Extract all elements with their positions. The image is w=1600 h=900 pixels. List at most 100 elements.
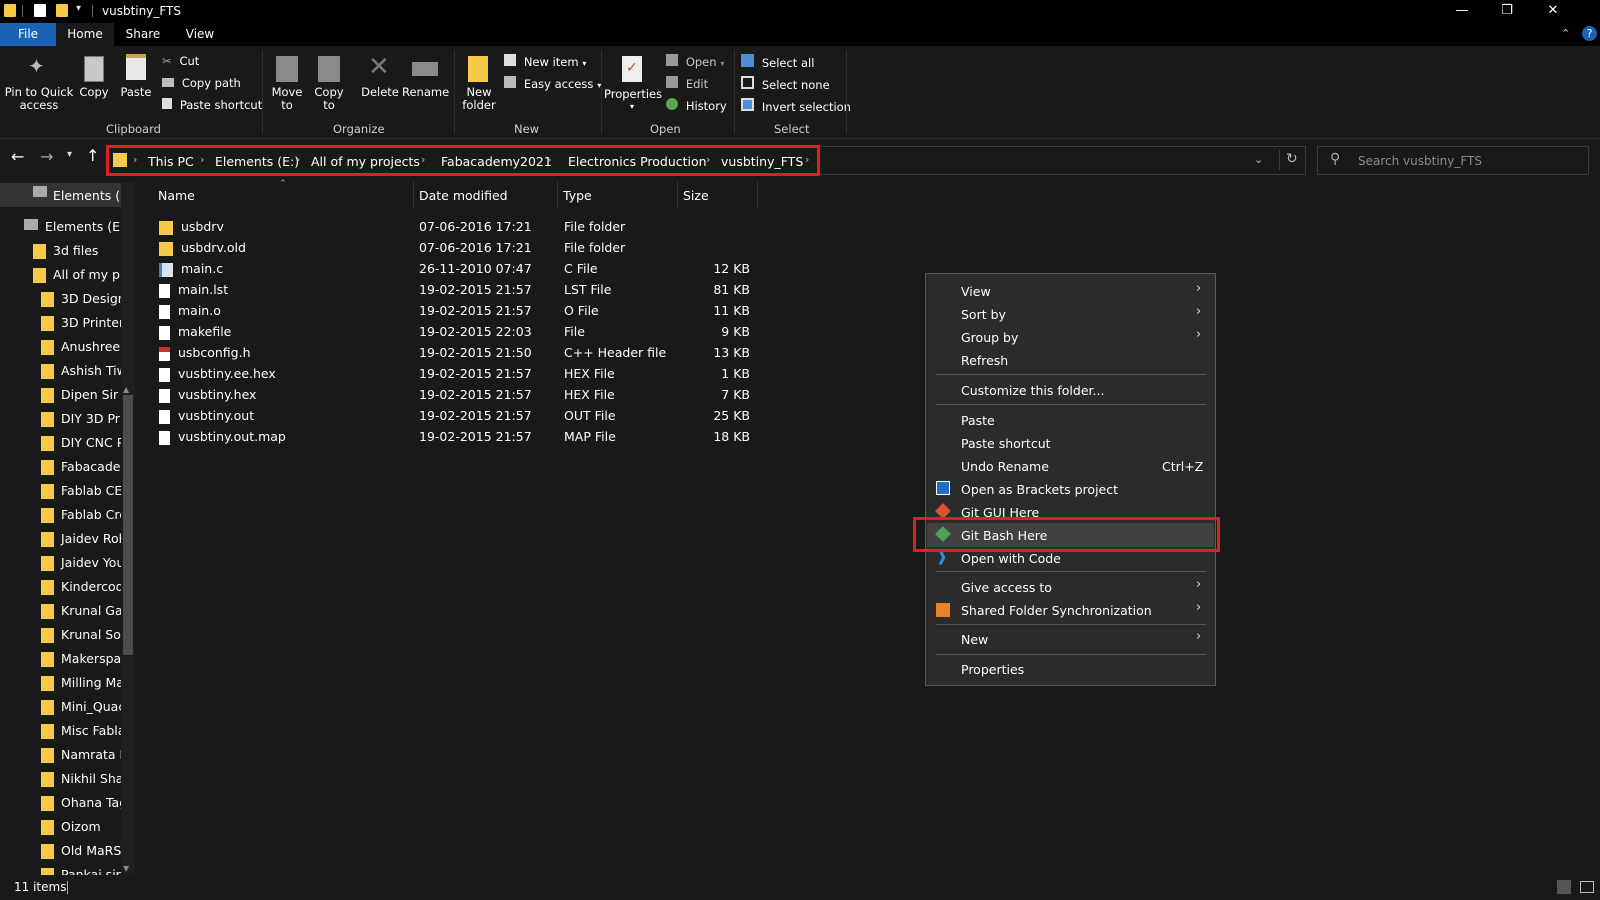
tab-share[interactable]: Share — [114, 23, 172, 46]
nav-folder-item[interactable]: Nikhil Shal — [41, 771, 121, 795]
edit-button[interactable]: Edit — [666, 76, 708, 91]
nav-folder-item[interactable]: Anushree — [41, 339, 121, 363]
nav-folder-item[interactable]: Jaidev Rob — [41, 531, 121, 555]
menu-item-give-access[interactable]: Give access to — [961, 580, 1052, 595]
menu-item-view[interactable]: View — [961, 284, 991, 299]
menu-item-properties[interactable]: Properties — [961, 662, 1024, 677]
refresh-icon[interactable]: ↻ — [1286, 151, 1298, 167]
nav-folder-item[interactable]: Mini_Quac — [41, 699, 121, 723]
copy-button[interactable]: Copy — [76, 52, 112, 116]
column-header-name[interactable]: Name — [158, 188, 195, 203]
search-input[interactable]: Search vusbtiny_FTS — [1358, 154, 1482, 168]
move-to-button[interactable]: Move to — [268, 52, 306, 116]
scroll-down-icon[interactable]: ▼ — [123, 864, 129, 873]
nav-folder-item[interactable]: Kindercod — [41, 579, 121, 603]
file-row[interactable]: main.c 26-11-2010 07:47 C File 12 KB — [157, 259, 757, 280]
help-icon[interactable]: ? — [1582, 26, 1597, 41]
menu-item-paste-shortcut[interactable]: Paste shortcut — [961, 436, 1051, 451]
nav-folder-item[interactable]: Dipen Sir I — [41, 387, 121, 411]
nav-item-elements-pinned[interactable]: Elements (E — [53, 188, 121, 212]
nav-folder-item[interactable]: Namrata L — [41, 747, 121, 771]
column-separator[interactable] — [757, 182, 758, 209]
delete-button[interactable]: ✕ Delete — [358, 52, 402, 116]
menu-item-open-with-code[interactable]: Open with Code — [961, 551, 1061, 566]
nav-folder-item[interactable]: Krunal Sor — [41, 627, 121, 651]
new-folder-button[interactable]: New folder — [458, 52, 500, 116]
new-item-button[interactable]: New item ▾ — [504, 54, 586, 69]
menu-item-paste[interactable]: Paste — [961, 413, 995, 428]
close-button[interactable]: ✕ — [1538, 2, 1568, 20]
maximize-button[interactable]: ❐ — [1492, 2, 1522, 20]
nav-folder-item[interactable]: DIY CNC P — [41, 435, 121, 459]
nav-folder-item[interactable]: Ohana Tag — [41, 795, 121, 819]
file-row[interactable]: usbdrv.old 07-06-2016 17:21 File folder — [157, 238, 757, 259]
copy-to-button[interactable]: Copy to — [310, 52, 348, 116]
file-row[interactable]: main.o 19-02-2015 21:57 O File 11 KB — [157, 301, 757, 322]
minimize-button[interactable]: — — [1447, 2, 1477, 20]
tab-file[interactable]: File — [0, 23, 56, 46]
pin-to-quick-access-button[interactable]: ✦ Pin to Quick access — [4, 52, 74, 116]
up-arrow-icon[interactable]: ↑ — [86, 146, 99, 165]
file-row[interactable]: vusbtiny.out.map 19-02-2015 21:57 MAP File… — [157, 427, 757, 448]
nav-folder-item[interactable]: Milling Ma — [41, 675, 121, 699]
collapse-ribbon-icon[interactable]: ⌃ — [1561, 27, 1570, 40]
quick-access-dropdown-icon[interactable]: ▾ — [76, 3, 81, 14]
nav-item-elements-drive[interactable]: Elements (E:) — [45, 219, 121, 243]
copy-path-button[interactable]: Copy path — [162, 76, 241, 90]
nav-folder-item[interactable]: 3d files — [33, 243, 121, 267]
file-row[interactable]: main.lst 19-02-2015 21:57 LST File 81 KB — [157, 280, 757, 301]
cut-button[interactable]: ✂ Cut — [162, 54, 199, 68]
paste-shortcut-button[interactable]: Paste shortcut — [162, 98, 262, 112]
nav-scrollbar-thumb[interactable] — [123, 395, 133, 655]
menu-item-sort-by[interactable]: Sort by — [961, 307, 1006, 322]
nav-folder-item[interactable]: Fablab Cre — [41, 507, 121, 531]
nav-folder-item[interactable]: 3D Design — [41, 291, 121, 315]
file-row[interactable]: makefile 19-02-2015 22:03 File 9 KB — [157, 322, 757, 343]
file-row[interactable]: vusbtiny.hex 19-02-2015 21:57 HEX File 7 KB — [157, 385, 757, 406]
select-all-button[interactable]: Select all — [741, 54, 814, 70]
scroll-up-icon[interactable]: ▲ — [123, 385, 129, 394]
forward-arrow-icon[interactable]: → — [40, 147, 53, 166]
column-separator[interactable] — [413, 182, 414, 209]
nav-folder-item[interactable]: Fablab CE — [41, 483, 121, 507]
column-header-date[interactable]: Date modified — [419, 188, 508, 203]
file-row[interactable]: vusbtiny.ee.hex 19-02-2015 21:57 HEX File 1… — [157, 364, 757, 385]
nav-folder-item[interactable]: Krunal Ga: — [41, 603, 121, 627]
easy-access-button[interactable]: Easy access ▾ — [504, 76, 601, 91]
tab-home[interactable]: Home — [56, 23, 114, 46]
file-row[interactable]: vusbtiny.out 19-02-2015 21:57 OUT File 25 K… — [157, 406, 757, 427]
tab-view[interactable]: View — [172, 23, 228, 46]
new-folder-quick-icon[interactable] — [56, 4, 68, 17]
history-button[interactable]: History — [666, 98, 727, 113]
recent-locations-icon[interactable]: ▾ — [67, 149, 72, 160]
properties-button[interactable]: ✓ Properties ▾ — [604, 52, 662, 116]
column-header-type[interactable]: Type — [563, 188, 592, 203]
paste-button[interactable]: Paste — [116, 52, 156, 116]
address-dropdown-icon[interactable]: ⌄ — [1254, 153, 1263, 166]
file-row[interactable]: usbdrv 07-06-2016 17:21 File folder — [157, 217, 757, 238]
details-view-icon[interactable] — [1557, 880, 1571, 894]
nav-folder-item[interactable]: All of my pr — [33, 267, 121, 291]
select-none-button[interactable]: Select none — [741, 76, 830, 92]
nav-folder-item[interactable]: 3D Printer — [41, 315, 121, 339]
nav-folder-item[interactable]: Misc Fabla — [41, 723, 121, 747]
nav-folder-item[interactable]: Jaidev You — [41, 555, 121, 579]
column-separator[interactable] — [557, 182, 558, 209]
search-box[interactable]: ⚲ Search vusbtiny_FTS — [1317, 146, 1589, 175]
menu-item-new[interactable]: New — [961, 632, 988, 647]
rename-button[interactable]: Rename — [402, 52, 449, 116]
nav-folder-item[interactable]: Oizom — [41, 819, 121, 843]
nav-folder-item[interactable]: Makerspa — [41, 651, 121, 675]
open-button[interactable]: Open ▾ — [666, 54, 724, 69]
column-separator[interactable] — [677, 182, 678, 209]
invert-selection-button[interactable]: Invert selection — [741, 98, 851, 114]
nav-folder-item[interactable]: Old MaRS — [41, 843, 121, 867]
menu-item-refresh[interactable]: Refresh — [961, 353, 1008, 368]
menu-item-group-by[interactable]: Group by — [961, 330, 1018, 345]
menu-item-shared-folder-sync[interactable]: Shared Folder Synchronization — [961, 603, 1152, 618]
menu-item-customize-folder[interactable]: Customize this folder... — [961, 383, 1104, 398]
nav-folder-item[interactable]: DIY 3D Pri — [41, 411, 121, 435]
properties-quick-icon[interactable] — [34, 4, 46, 17]
menu-item-undo-rename[interactable]: Undo Rename — [961, 459, 1049, 474]
back-arrow-icon[interactable]: ← — [11, 147, 24, 166]
